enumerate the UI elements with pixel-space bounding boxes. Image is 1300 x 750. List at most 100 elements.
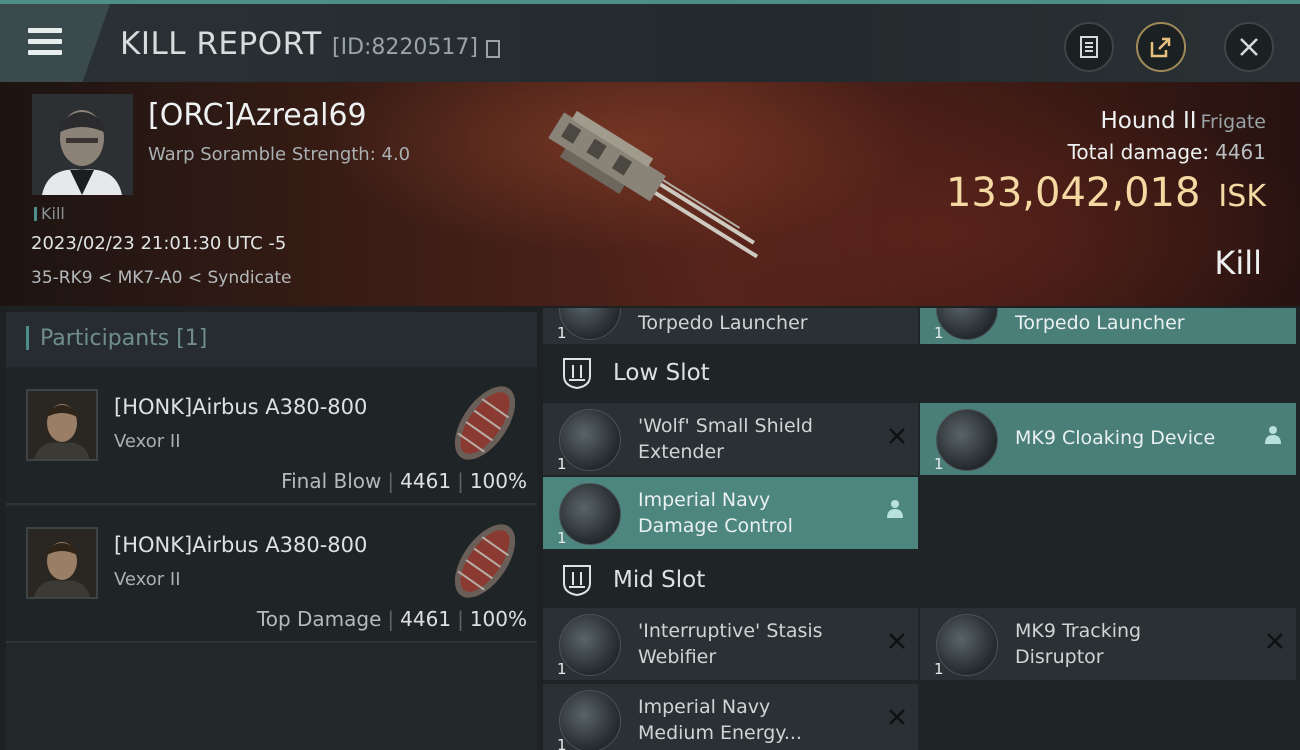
module-item[interactable]: 1 Imperial Navy Damage Control [543,477,918,549]
damage-control-icon [559,483,621,545]
page-title: KILL REPORT [120,26,322,62]
low-slot-header: Low Slot [543,346,1300,402]
module-qty: 1 [934,660,944,678]
module-name-line1: 'Interruptive' Stasis [638,620,823,642]
participant-ship: Vexor II [114,569,181,590]
torpedo-launcher-icon [559,308,621,340]
isk-unit: ISK [1218,179,1266,214]
share-icon [1150,37,1171,58]
participant-role: Final Blow [281,469,382,493]
low-slot-label: Low Slot [613,360,710,386]
dropped-person-icon [1265,426,1281,444]
tracking-disruptor-icon [936,614,998,676]
participants-title: Participants [1] [40,326,208,351]
torpedo-launcher-icon [936,308,998,340]
module-name: 'Wolf' Small Shield Extender [638,413,813,465]
dropped-person-icon [887,500,903,518]
ship-name[interactable]: Hound II Frigate [1101,108,1266,134]
kill-location[interactable]: 35-RK9 < MK7-A0 < Syndicate [31,268,292,288]
copy-icon[interactable] [486,40,500,58]
ship-class: Frigate [1200,111,1266,133]
participant-row[interactable]: [HONK]Airbus A380-800 Vexor II Top Damag… [6,507,537,643]
participant-stats: Top Damage | 4461 | 100% [256,607,527,631]
module-name-line1: 'Wolf' Small Shield [638,415,813,437]
hamburger-menu-icon [28,28,62,56]
energy-neutralizer-icon [559,690,621,750]
module-name-line1: MK9 Cloaking Device [1015,427,1216,449]
ship-type: Hound II [1100,108,1197,134]
shield-extender-icon [559,409,621,471]
clipboard-icon [1080,36,1098,58]
module-item[interactable]: 1 'Wolf' Small Shield Extender [543,403,918,475]
module-name: 'Interruptive' Stasis Webifier [638,618,823,670]
destroyed-icon [1267,633,1283,649]
module-qty: 1 [934,455,944,473]
module-item[interactable]: 1 Imperial Navy Medium Energy... [543,684,918,750]
mid-slot-icon [563,565,591,597]
participant-ship-image [454,386,516,460]
module-name: MK9 Tracking Disruptor [1015,618,1141,670]
module-name: Imperial Navy Damage Control [638,487,793,539]
top-bar: KILL REPORT [ID:8220517] [0,0,1300,82]
kill-type: Kill [1214,244,1262,282]
participant-avatar[interactable] [26,527,98,599]
participant-ship: Vexor II [114,431,181,452]
module-item[interactable]: 1 'Interruptive' Stasis Webifier [543,608,918,680]
kill-banner: [ORC]Azreal69 Warp Soramble Strength: 4.… [0,82,1300,306]
isk-value: 133,042,018 ISK [946,170,1266,216]
total-damage-value: 4461 [1215,140,1266,164]
close-button[interactable] [1224,22,1274,72]
module-qty: 1 [557,529,567,547]
destroyed-icon [889,633,905,649]
module-qty: 1 [557,660,567,678]
participant-role: Top Damage [256,607,382,631]
participant-avatar[interactable] [26,389,98,461]
module-name-line2: Extender [638,441,724,463]
module-name-line2: Disruptor [1015,646,1104,668]
module-name-line2: Webifier [638,646,717,668]
isk-amount: 133,042,018 [945,170,1201,216]
module-qty: 1 [557,455,567,473]
low-slot-icon [563,358,591,390]
share-button[interactable] [1136,22,1186,72]
module-name-line2: Damage Control [638,515,793,537]
destroyed-icon [889,428,905,444]
victim-name[interactable]: [ORC]Azreal69 [148,98,367,133]
participant-damage: 4461 [400,607,452,631]
module-qty: 1 [557,324,567,342]
victim-portrait[interactable] [32,94,133,195]
module-name: MK9 Cloaking Device [1015,425,1215,451]
participant-percent: 100% [469,469,527,493]
participant-percent: 100% [469,607,527,631]
clipboard-button[interactable] [1064,22,1114,72]
menu-button[interactable] [0,4,110,82]
stasis-webifier-icon [559,614,621,676]
module-name: Torpedo Launcher [1015,312,1185,334]
module-name: Imperial Navy Medium Energy... [638,694,802,746]
module-item[interactable]: 1 Torpedo Launcher [543,308,918,344]
module-name-line2: Medium Energy... [638,722,802,744]
mid-slot-header: Mid Slot [543,553,1300,609]
warp-scramble-strength: Warp Soramble Strength: 4.0 [148,144,411,165]
report-id: [ID:8220517] [332,35,478,60]
fitting-modules: 1 Torpedo Launcher 1 Torpedo Launcher Lo… [543,308,1300,750]
participants-header: Participants [1] [6,312,537,367]
victim-ship-image[interactable] [515,100,785,285]
destroyed-icon [889,709,905,725]
module-name-line1: Imperial Navy [638,696,771,718]
participant-damage: 4461 [400,469,452,493]
participant-row[interactable]: [HONK]Airbus A380-800 Vexor II Final Blo… [6,369,537,505]
module-item[interactable]: 1 MK9 Cloaking Device [920,403,1296,475]
participant-name: [HONK]Airbus A380-800 [114,395,368,419]
participant-ship-image [454,524,516,598]
kill-tag: Kill [34,204,65,223]
module-item[interactable]: 1 Torpedo Launcher [920,308,1296,344]
close-icon [1240,38,1258,56]
participant-stats: Final Blow | 4461 | 100% [281,469,527,493]
module-qty: 1 [934,324,944,342]
total-damage-label: Total damage: [1067,140,1210,164]
participants-panel: Participants [1] [HONK]Airbus A380-800 V… [6,312,537,750]
kill-datetime: 2023/02/23 21:01:30 UTC -5 [31,233,287,254]
module-qty: 1 [557,736,567,750]
module-item[interactable]: 1 MK9 Tracking Disruptor [920,608,1296,680]
